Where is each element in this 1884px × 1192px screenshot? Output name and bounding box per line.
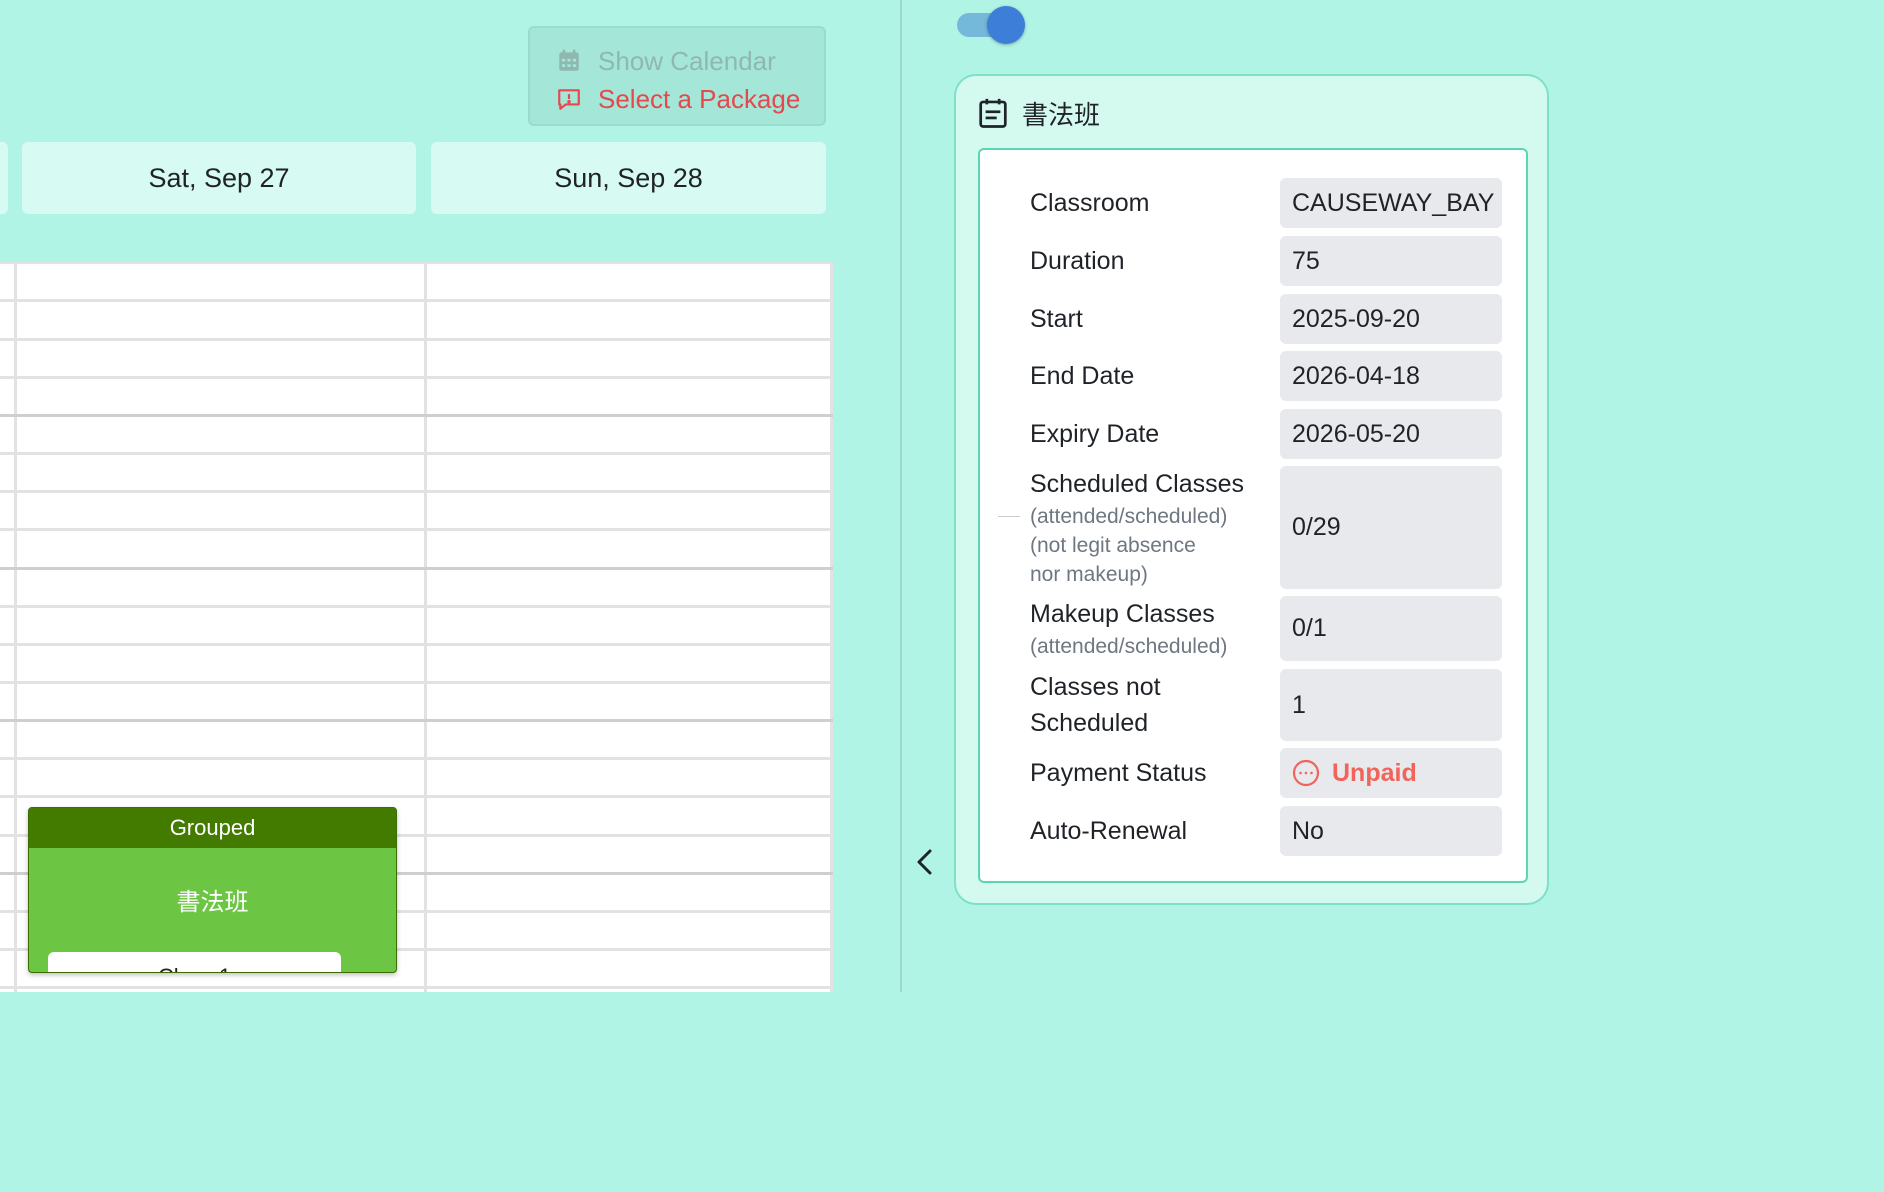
grid-slot-line [0,338,833,341]
scheduled-classes-sub2: (not legit absence [1030,534,1196,557]
duration-value: 75 [1280,236,1502,286]
field-end-date: End Date 2026-04-18 [1030,351,1502,401]
makeup-classes-title: Makeup Classes [1030,600,1215,628]
grid-slot-line [0,376,833,379]
start-value: 2025-09-20 [1280,294,1502,344]
grid-column-divider [830,264,833,992]
start-label: Start [1030,305,1083,333]
classroom-value: CAUSEWAY_BAY [1280,178,1502,228]
grid-slot-line [0,490,833,493]
scheduled-classes-value: 0/29 [1280,466,1502,589]
grid-slot-line [0,452,833,455]
scheduled-classes-title: Scheduled Classes [1030,470,1245,498]
select-package-warning[interactable]: Select a Package [556,80,824,118]
event-title: 書法班 [176,888,249,916]
view-toggle[interactable] [957,6,1025,44]
grid-hour-line [0,719,833,722]
package-details-card: Classroom CAUSEWAY_BAY Duration 75 Start… [978,148,1528,883]
chevron-left-icon[interactable] [912,846,938,878]
grid-slot-line [0,795,833,798]
package-title: 書法班 [1022,100,1101,131]
field-classroom: Classroom CAUSEWAY_BAY [1030,178,1502,228]
app-root: Show Calendar Select a Package Sat, Sep … [0,0,1568,992]
ellipsis-circle-icon [1292,759,1320,787]
classroom-label: Classroom [1030,189,1150,217]
makeup-classes-label: Makeup Classes (attended/scheduled) [1030,596,1227,661]
makeup-classes-value: 0/1 [1280,596,1502,661]
package-panel: 書法班 Classroom CAUSEWAY_BAY Duration 75 S… [954,74,1549,905]
auto-renewal-label: Auto-Renewal [1030,817,1188,845]
field-classes-not-scheduled: Classes not Scheduled 1 [1030,669,1502,741]
expiry-date-value: 2026-05-20 [1280,409,1502,459]
document-list-icon [979,98,1007,128]
field-scheduled-classes: Scheduled Classes (attended/scheduled) (… [998,466,1502,589]
duration-label: Duration [1030,247,1125,275]
grid-slot-line [0,605,833,608]
field-start: Start 2025-09-20 [1030,294,1502,344]
row-dash [998,516,1020,517]
field-duration: Duration 75 [1030,236,1502,286]
expiry-date-label: Expiry Date [1030,420,1160,448]
grid-hour-line [0,567,833,570]
toggle-knob [987,6,1025,44]
grid-slot-line [0,681,833,684]
field-expiry-date: Expiry Date 2026-05-20 [1030,409,1502,459]
day-header-previous [0,142,8,214]
classes-not-scheduled-line1: Classes not [1030,673,1161,701]
show-calendar-button[interactable]: Show Calendar [556,42,824,80]
field-makeup-classes: Makeup Classes (attended/scheduled) 0/1 [1030,596,1502,661]
makeup-classes-sub1: (attended/scheduled) [1030,635,1228,658]
grid-slot-line [0,757,833,760]
classes-not-scheduled-value: 1 [1280,669,1502,741]
payment-status-value[interactable]: Unpaid [1280,748,1502,798]
calendar-event[interactable]: Grouped 書法班 Class 1 [28,807,397,973]
grid-slot-line [0,643,833,646]
alert-message-icon [558,89,580,110]
show-calendar-label: Show Calendar [598,45,776,76]
grid-hour-line [0,414,833,417]
package-title-row: 書法班 [978,94,1100,132]
grid-column-divider [424,264,427,992]
calendar-icon [559,49,579,71]
grid-slot-line [0,299,833,302]
scheduled-classes-sub1: (attended/scheduled) [1030,505,1228,528]
event-class-chip[interactable]: Class 1 [48,952,341,972]
select-package-label: Select a Package [598,83,801,114]
scheduled-classes-sub3: nor makeup) [1030,563,1148,586]
day-header-sunday: Sun, Sep 28 [431,142,826,214]
panel-divider [900,0,902,992]
payment-status-text: Unpaid [1332,758,1417,787]
end-date-value: 2026-04-18 [1280,351,1502,401]
auto-renewal-value: No [1280,806,1502,856]
field-auto-renewal: Auto-Renewal No [1030,806,1502,856]
field-payment-status: Payment Status Unpaid [1030,748,1502,798]
end-date-label: End Date [1030,362,1135,390]
scheduled-classes-label: Scheduled Classes (attended/scheduled) (… [1030,466,1244,589]
classes-not-scheduled-line2: Scheduled [1030,709,1149,737]
grid-column-divider [14,264,17,992]
event-type-header: Grouped [29,808,396,848]
classes-not-scheduled-label: Classes not Scheduled [1030,669,1161,741]
day-header-saturday: Sat, Sep 27 [22,142,416,214]
calendar-toolbar: Show Calendar Select a Package [528,26,826,126]
payment-status-label: Payment Status [1030,759,1207,787]
grid-slot-line [0,986,833,989]
grid-slot-line [0,528,833,531]
